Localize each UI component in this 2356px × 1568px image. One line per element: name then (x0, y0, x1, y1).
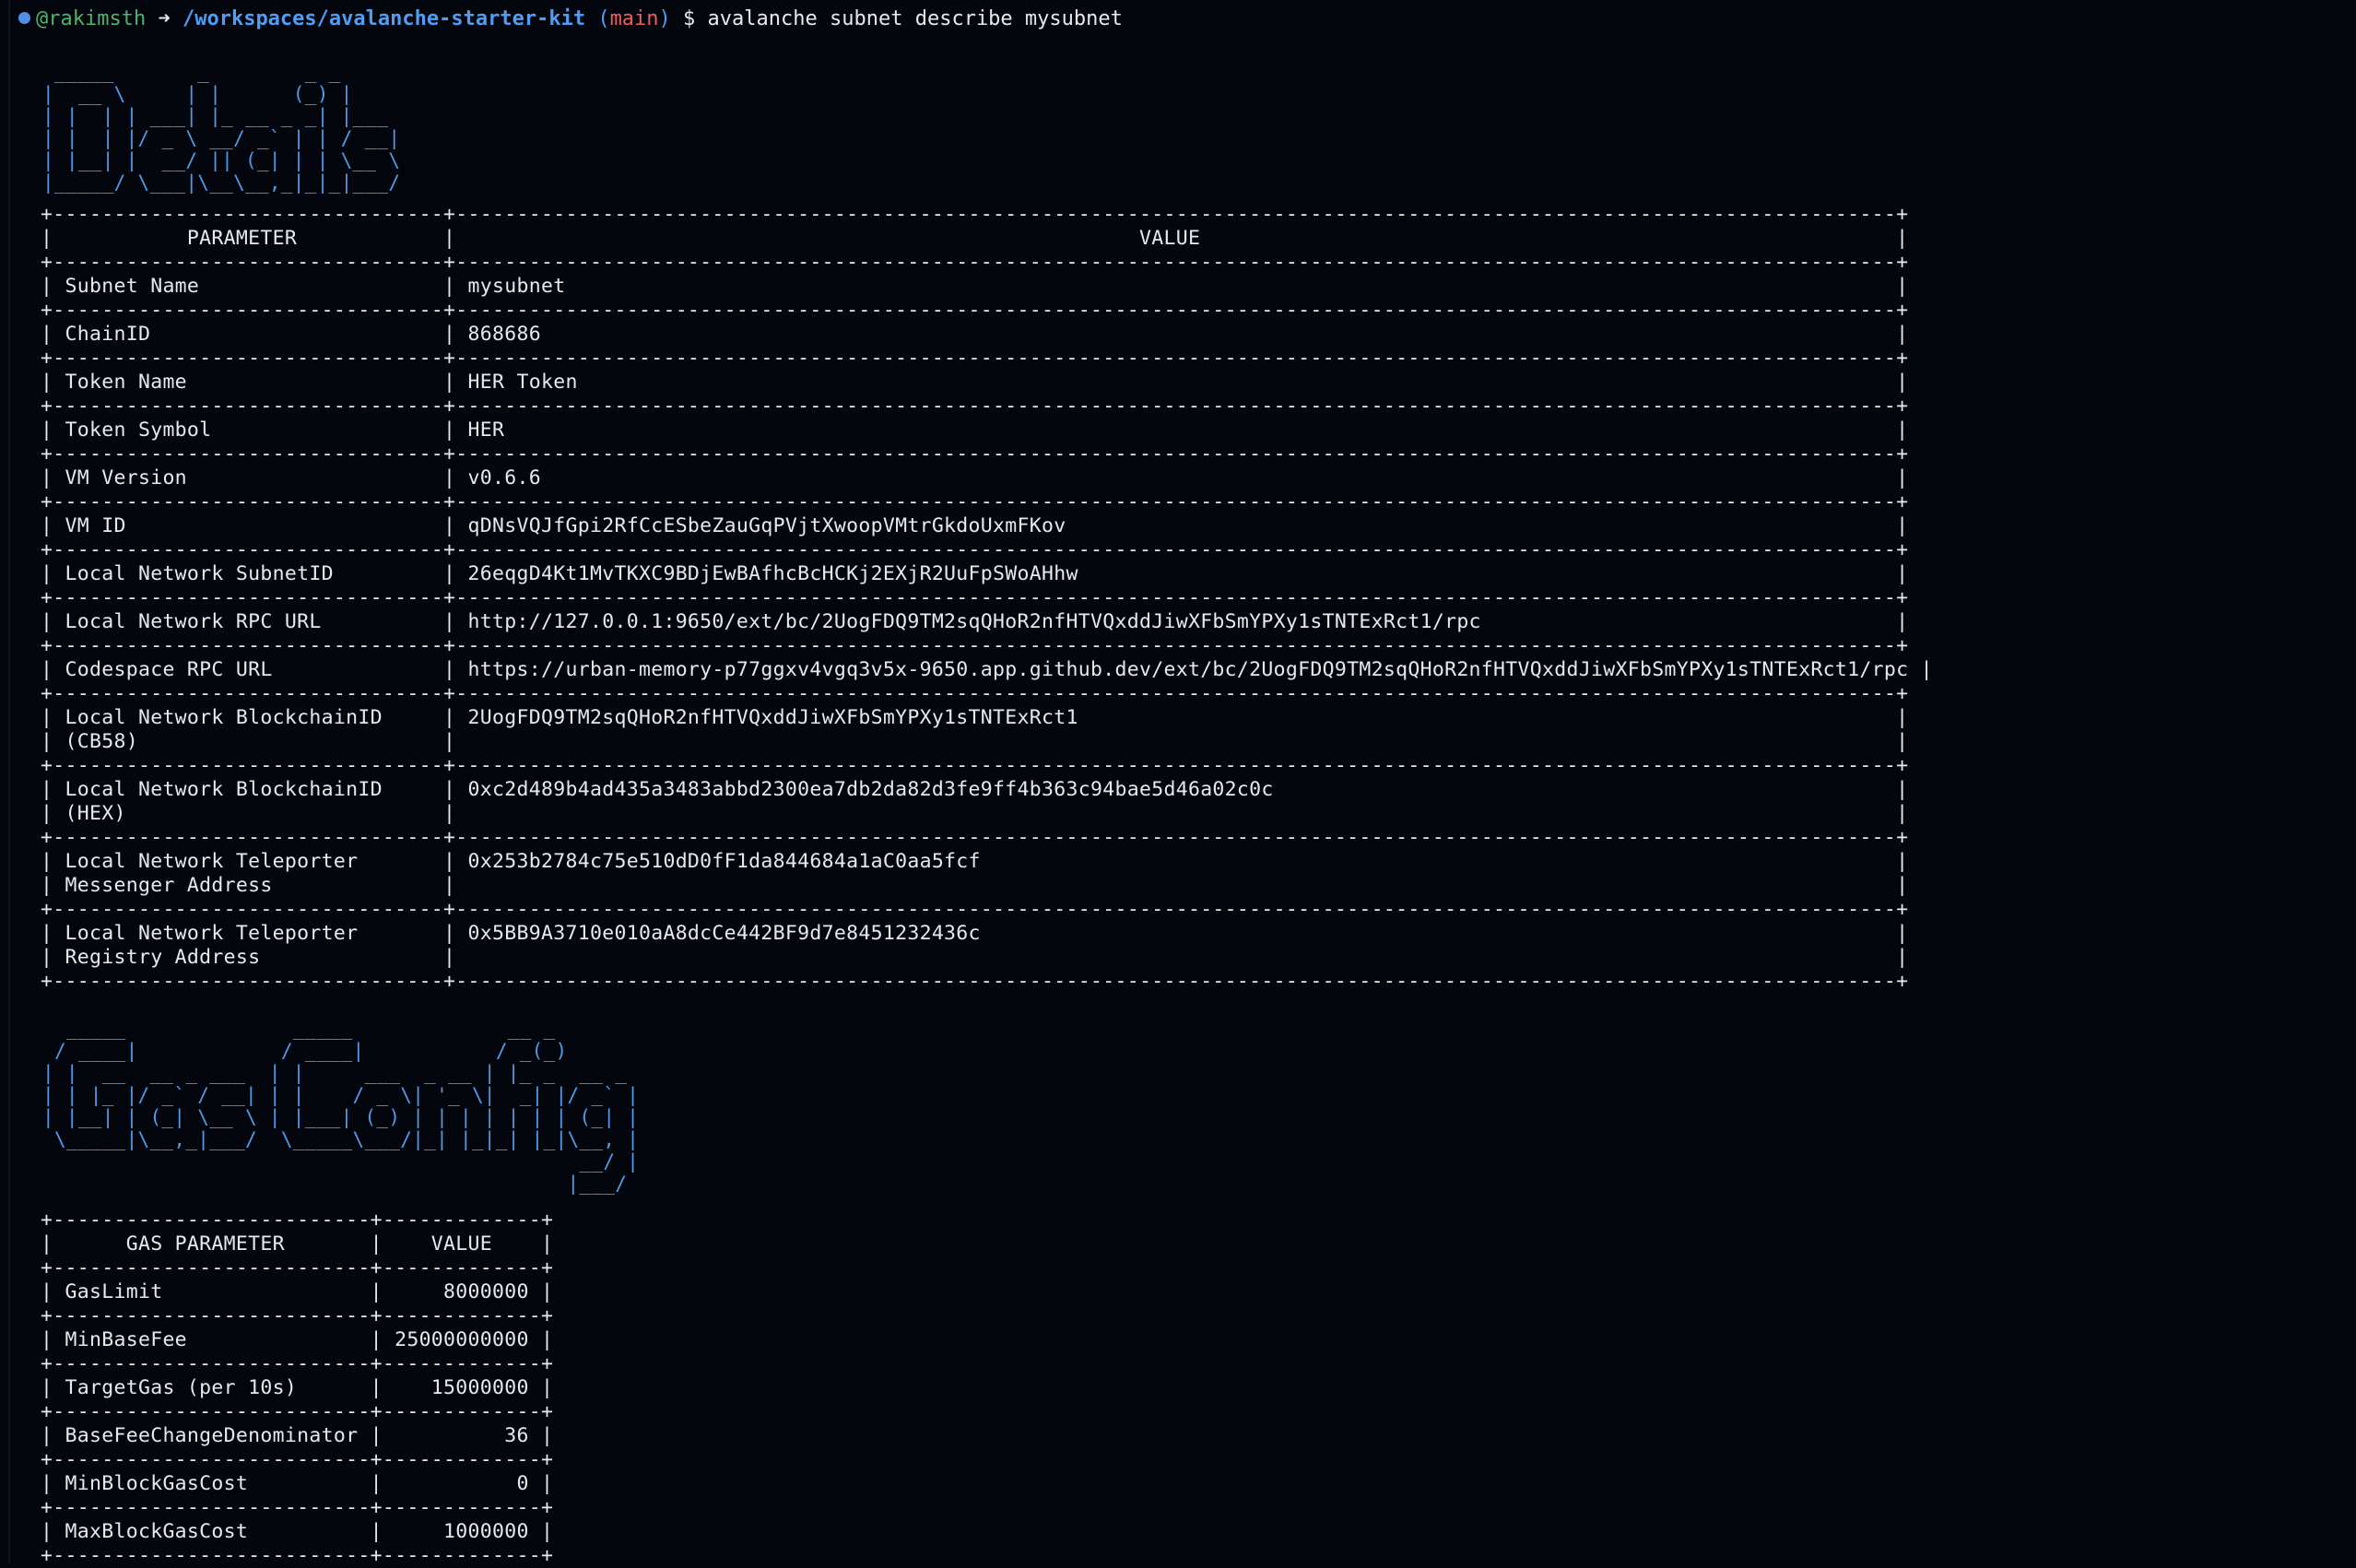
details-table: +--------------------------------+------… (41, 203, 1933, 994)
table-border: +--------------------------+------------… (41, 1256, 554, 1279)
table-border: +--------------------------------+------… (41, 586, 1909, 609)
table-header-row: | PARAMETER | VALUE | (41, 227, 1909, 250)
table-row: | VM ID | qDNsVQJfGpi2RfCcESbeZauGqPVjtX… (41, 514, 1909, 537)
prompt-arrow-icon: ➜ (158, 7, 171, 30)
branch-close-paren: ) (658, 7, 671, 30)
table-border: +--------------------------------+------… (41, 682, 1909, 705)
table-border: +--------------------------------+------… (41, 347, 1909, 370)
table-row: | ChainID | 868686 | (41, 323, 1909, 346)
table-border: +--------------------------------+------… (41, 898, 1909, 921)
table-border: +--------------------------------+------… (41, 442, 1909, 466)
table-row: | Local Network RPC URL | http://127.0.0… (41, 610, 1909, 633)
table-row: | Local Network BlockchainID | 0xc2d489b… (41, 778, 1909, 801)
gas-config-table: +--------------------------+------------… (41, 1208, 553, 1568)
table-row: | (CB58) | | (41, 730, 1909, 753)
table-border: +--------------------------------+------… (41, 203, 1909, 226)
terminal-gutter (8, 0, 10, 1563)
table-row: | VM Version | v0.6.6 | (41, 466, 1909, 489)
table-border: +--------------------------------+------… (41, 538, 1909, 561)
prompt-user: @rakimsth (36, 7, 147, 30)
table-row: | Local Network Teleporter | 0x5BB9A3710… (41, 922, 1909, 945)
table-border: +--------------------------------+------… (41, 299, 1909, 322)
table-row: | Local Network BlockchainID | 2UogFDQ9T… (41, 706, 1909, 729)
table-border: +--------------------------+------------… (41, 1544, 554, 1567)
table-border: +--------------------------+------------… (41, 1208, 554, 1232)
table-row: | Codespace RPC URL | https://urban-memo… (41, 658, 1933, 681)
table-row: | MaxBlockGasCost | 1000000 | (41, 1520, 554, 1543)
branch-open-paren: ( (597, 7, 610, 30)
table-row: | Registry Address | | (41, 946, 1909, 969)
table-header-row: | GAS PARAMETER | VALUE | (41, 1232, 554, 1256)
table-border: +--------------------------------+------… (41, 970, 1909, 993)
table-border: +--------------------------------+------… (41, 754, 1909, 777)
table-border: +--------------------------------+------… (41, 251, 1909, 274)
table-border: +--------------------------------+------… (41, 826, 1909, 849)
table-border: +--------------------------------+------… (41, 634, 1909, 657)
table-row: | Local Network Teleporter | 0x253b2784c… (41, 850, 1909, 873)
prompt-line: @rakimsth ➜ /workspaces/avalanche-starte… (18, 7, 1123, 31)
table-row: | MinBaseFee | 25000000000 | (41, 1328, 554, 1351)
table-border: +--------------------------------+------… (41, 490, 1909, 513)
status-dot-icon (18, 12, 30, 24)
table-row: | (HEX) | | (41, 802, 1909, 825)
table-border: +--------------------------------+------… (41, 395, 1909, 418)
table-row: | Subnet Name | mysubnet | (41, 275, 1909, 298)
table-row: | GasLimit | 8000000 | (41, 1280, 554, 1303)
table-border: +--------------------------+------------… (41, 1400, 554, 1423)
prompt-path: /workspaces/avalanche-starter-kit (182, 7, 586, 30)
terminal-window[interactable]: @rakimsth ➜ /workspaces/avalanche-starte… (0, 0, 2356, 1567)
table-border: +--------------------------+------------… (41, 1304, 554, 1327)
table-row: | MinBlockGasCost | 0 | (41, 1472, 554, 1495)
table-border: +--------------------------+------------… (41, 1496, 554, 1519)
table-row: | Messenger Address | | (41, 874, 1909, 897)
table-row: | Token Symbol | HER | (41, 419, 1909, 442)
table-row: | Local Network SubnetID | 26eqgD4Kt1MvT… (41, 562, 1909, 585)
table-border: +--------------------------+------------… (41, 1352, 554, 1375)
details-ascii-banner: _____ _ _ _ | __ \ | | (_) | | | | | ___… (42, 61, 401, 194)
table-row: | TargetGas (per 10s) | 15000000 | (41, 1376, 554, 1399)
command-text: avalanche subnet describe mysubnet (707, 7, 1123, 30)
gas-config-ascii-banner: _____ _____ __ _ / ____| / ____| / _(_) … (42, 1018, 640, 1195)
table-border: +--------------------------+------------… (41, 1448, 554, 1471)
prompt-symbol: $ (683, 7, 696, 30)
table-row: | BaseFeeChangeDenominator | 36 | (41, 1424, 554, 1447)
prompt-branch: main (609, 7, 659, 30)
table-row: | Token Name | HER Token | (41, 371, 1909, 394)
